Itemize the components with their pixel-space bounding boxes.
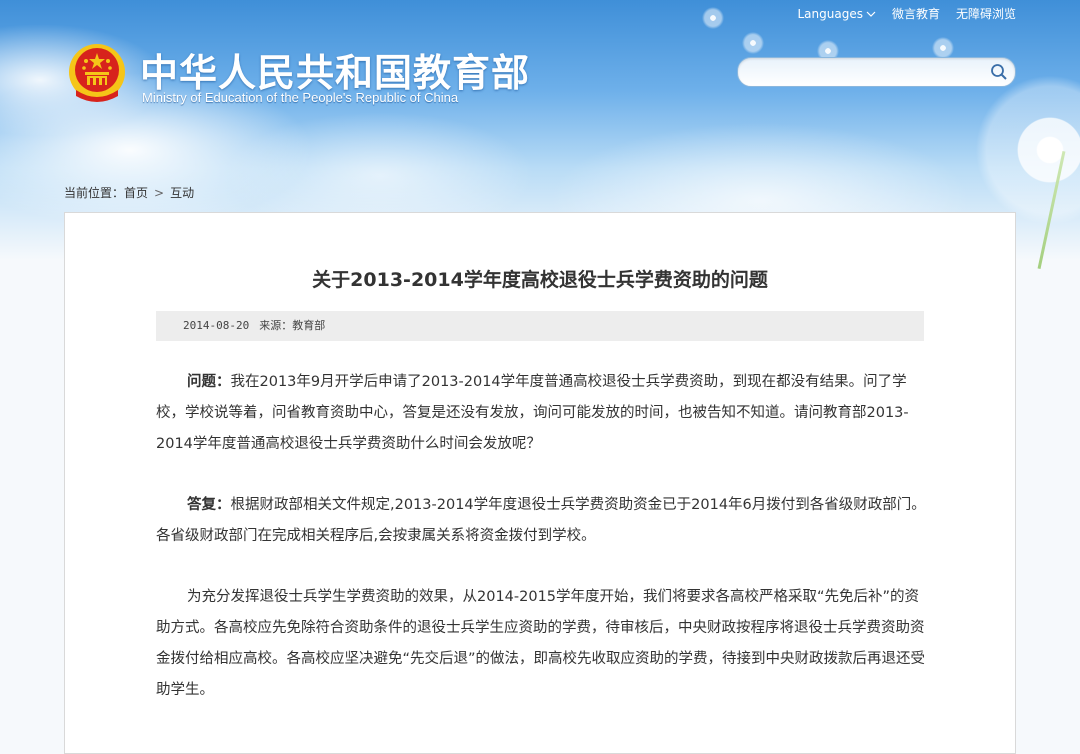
search-icon[interactable] bbox=[989, 62, 1009, 82]
breadcrumb: 当前位置： 首页 > 互动 bbox=[64, 184, 194, 201]
breadcrumb-current[interactable]: 互动 bbox=[170, 184, 194, 201]
policy-paragraph: 为充分发挥退役士兵学生学费资助的效果，从2014-2015学年度开始，我们将要求… bbox=[156, 589, 926, 698]
top-nav: Languages 微言教育 无障碍浏览 bbox=[797, 5, 1016, 22]
answer-paragraph: 答复：根据财政部相关文件规定,2013-2014学年度退役士兵学费资助资金已于2… bbox=[156, 490, 928, 552]
national-emblem-icon[interactable] bbox=[66, 42, 128, 106]
search-input[interactable] bbox=[750, 62, 984, 84]
chevron-down-icon bbox=[866, 11, 876, 17]
languages-menu[interactable]: Languages bbox=[797, 5, 876, 22]
weibo-link[interactable]: 微言教育 bbox=[892, 5, 940, 22]
article-source: 来源：教育部 bbox=[259, 319, 326, 332]
answer-text: 根据财政部相关文件规定,2013-2014学年度退役士兵学费资助资金已于2014… bbox=[156, 497, 926, 544]
site-title[interactable]: 中华人民共和国教育部 bbox=[140, 42, 530, 97]
article-meta: 2014-08-20 来源：教育部 bbox=[156, 311, 924, 341]
seed-decoration bbox=[700, 5, 726, 31]
article-title: 关于2013-2014学年度高校退役士兵学费资助的问题 bbox=[312, 269, 768, 291]
question-label: 问题： bbox=[187, 374, 231, 390]
seed-decoration bbox=[740, 30, 766, 56]
breadcrumb-separator: > bbox=[154, 185, 165, 200]
question-paragraph: 问题：我在2013年9月开学后申请了2013-2014学年度普通高校退役士兵学费… bbox=[156, 367, 928, 460]
article-date: 2014-08-20 bbox=[183, 319, 250, 332]
article-card: 关于2013-2014学年度高校退役士兵学费资助的问题 2014-08-20 来源… bbox=[64, 212, 1016, 754]
accessibility-link[interactable]: 无障碍浏览 bbox=[956, 5, 1016, 22]
question-text: 我在2013年9月开学后申请了2013-2014学年度普通高校退役士兵学费资助，… bbox=[156, 374, 909, 452]
languages-label: Languages bbox=[797, 6, 863, 21]
site-title-english: Ministry of Education of the People's Re… bbox=[142, 90, 459, 105]
breadcrumb-label: 当前位置： bbox=[64, 186, 125, 200]
search-box bbox=[737, 57, 1016, 87]
breadcrumb-home[interactable]: 首页 bbox=[124, 184, 148, 201]
answer-label: 答复： bbox=[187, 497, 231, 513]
